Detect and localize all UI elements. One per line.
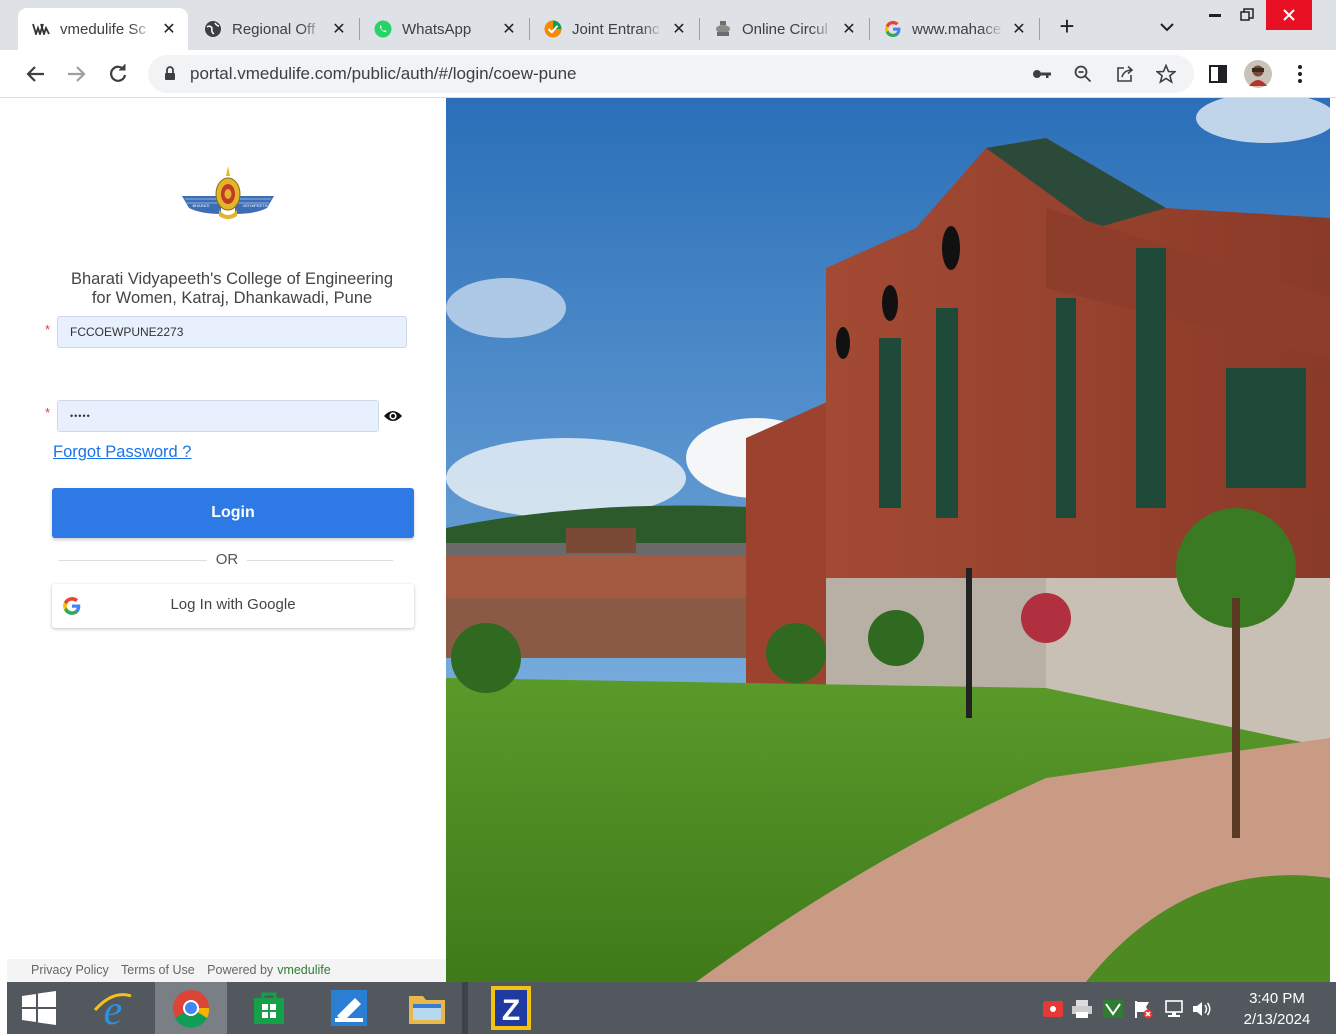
tray-recording-icon[interactable] bbox=[1042, 998, 1064, 1020]
side-panel-button[interactable] bbox=[1204, 60, 1232, 88]
close-tab-icon[interactable]: ✕ bbox=[840, 20, 858, 38]
login-panel: BHARATI VIDYAPEETH Bharati Vidyapeeth's … bbox=[7, 98, 446, 982]
vmedulife-icon bbox=[32, 20, 50, 38]
whatsapp-icon bbox=[374, 20, 392, 38]
minimize-icon bbox=[1209, 14, 1221, 17]
forward-button[interactable] bbox=[62, 60, 90, 88]
checkmark-icon bbox=[544, 20, 562, 38]
close-tab-icon[interactable]: ✕ bbox=[330, 20, 348, 38]
arrow-right-icon bbox=[68, 66, 86, 82]
avatar-icon bbox=[1244, 60, 1272, 88]
taskbar-scan-app[interactable] bbox=[313, 982, 385, 1034]
taskbar-file-explorer[interactable] bbox=[391, 982, 463, 1034]
college-name-line2: for Women, Katraj, Dhankawadi, Pune bbox=[91, 289, 373, 307]
tab-online-circular[interactable]: Online Circul ✕ bbox=[700, 8, 868, 50]
tab-mahacet[interactable]: www.mahace ✕ bbox=[870, 8, 1038, 50]
powered-by-text: Powered by bbox=[207, 963, 274, 977]
tab-regional-office[interactable]: Regional Off ✕ bbox=[190, 8, 358, 50]
side-panel-icon bbox=[1209, 65, 1227, 83]
logo-left-text: BHARATI bbox=[192, 203, 209, 208]
address-bar[interactable]: portal.vmedulife.com/public/auth/#/login… bbox=[148, 55, 1194, 93]
chrome-icon bbox=[173, 990, 210, 1028]
svg-text:Z: Z bbox=[502, 994, 520, 1027]
taskbar-chrome[interactable] bbox=[155, 982, 227, 1034]
restore-icon bbox=[1240, 8, 1254, 21]
close-tab-icon[interactable]: ✕ bbox=[1010, 20, 1028, 38]
clock-date: 2/13/2024 bbox=[1243, 1011, 1311, 1028]
tray-flag-icon[interactable] bbox=[1132, 998, 1154, 1020]
tab-joint-entrance[interactable]: Joint Entranc ✕ bbox=[530, 8, 698, 50]
browser-toolbar: portal.vmedulife.com/public/auth/#/login… bbox=[0, 50, 1336, 98]
tray-volume-icon[interactable] bbox=[1191, 998, 1213, 1020]
share-icon[interactable] bbox=[1116, 65, 1134, 83]
profile-avatar[interactable] bbox=[1244, 60, 1272, 88]
z-app-icon: Z bbox=[491, 986, 531, 1030]
clock-time: 3:40 PM bbox=[1249, 990, 1305, 1007]
close-window-button[interactable] bbox=[1266, 0, 1312, 30]
password-input[interactable]: ••••• bbox=[57, 400, 379, 432]
privacy-policy-link[interactable]: Privacy Policy bbox=[31, 963, 109, 977]
taskbar-divider bbox=[462, 982, 468, 1034]
bookmark-star-icon[interactable] bbox=[1156, 64, 1176, 84]
start-button[interactable] bbox=[7, 982, 71, 1034]
show-password-eye-icon[interactable] bbox=[383, 406, 403, 426]
login-button[interactable]: Login bbox=[52, 488, 414, 538]
store-icon bbox=[254, 992, 284, 1024]
scan-icon bbox=[331, 990, 367, 1026]
or-label: OR bbox=[207, 551, 247, 568]
tab-separator bbox=[1039, 18, 1040, 40]
campus-background-image bbox=[446, 98, 1330, 982]
lock-icon bbox=[165, 66, 175, 80]
required-star: * bbox=[45, 322, 51, 337]
close-icon bbox=[1283, 9, 1295, 21]
login-footer: Privacy Policy Terms of Use Powered by vm… bbox=[7, 959, 446, 982]
globe-icon bbox=[204, 20, 222, 38]
windows-logo-icon bbox=[22, 991, 56, 1025]
reload-icon bbox=[110, 64, 127, 82]
tray-wired-network-icon[interactable] bbox=[1163, 998, 1185, 1020]
username-input[interactable]: FCCOEWPUNE2273 bbox=[57, 316, 407, 348]
key-icon[interactable] bbox=[1032, 68, 1052, 80]
google-login-label: Log In with Google bbox=[170, 596, 296, 613]
forgot-password-link[interactable]: Forgot Password ? bbox=[53, 443, 191, 462]
logo-right-text: VIDYAPEETH bbox=[242, 203, 267, 208]
taskbar-store[interactable] bbox=[233, 982, 305, 1034]
google-icon bbox=[884, 20, 902, 38]
required-star: * bbox=[45, 405, 51, 420]
new-tab-button[interactable]: + bbox=[1052, 12, 1082, 42]
tray-printer-icon[interactable] bbox=[1071, 998, 1093, 1020]
restore-button[interactable] bbox=[1232, 0, 1262, 30]
vmedulife-brand-link[interactable]: vmedulife bbox=[277, 963, 331, 977]
college-name: Bharati Vidyapeeth's College of Engineer… bbox=[47, 270, 417, 308]
tab-search-button[interactable] bbox=[1152, 12, 1182, 42]
close-tab-icon[interactable]: ✕ bbox=[160, 20, 178, 38]
arrow-left-icon bbox=[26, 66, 44, 82]
url-text: portal.vmedulife.com/public/auth/#/login… bbox=[190, 64, 577, 83]
chrome-menu-button[interactable] bbox=[1286, 60, 1314, 88]
internet-explorer-icon: e bbox=[93, 988, 132, 1028]
more-vert-icon bbox=[1298, 65, 1302, 83]
zoom-icon[interactable] bbox=[1074, 65, 1092, 83]
google-login-button[interactable]: Log In with Google bbox=[52, 584, 414, 628]
taskbar-clock[interactable]: 3:40 PM 2/13/2024 bbox=[1232, 988, 1322, 1030]
reload-button[interactable] bbox=[104, 60, 132, 88]
close-tab-icon[interactable]: ✕ bbox=[670, 20, 688, 38]
taskbar-z-app[interactable]: Z bbox=[475, 982, 547, 1034]
terms-of-use-link[interactable]: Terms of Use bbox=[121, 963, 195, 977]
minimize-button[interactable] bbox=[1200, 0, 1230, 30]
chevron-down-icon bbox=[1160, 23, 1174, 32]
college-name-line1: Bharati Vidyapeeth's College of Engineer… bbox=[70, 270, 394, 288]
emblem-icon bbox=[714, 20, 732, 38]
close-tab-icon[interactable]: ✕ bbox=[500, 20, 518, 38]
windows-taskbar: e Z 3:40 PM 2/13/2024 bbox=[7, 982, 1336, 1034]
browser-tab-strip: vmedulife Sc ✕ Regional Off ✕ WhatsApp ✕… bbox=[0, 0, 1336, 50]
tab-whatsapp[interactable]: WhatsApp ✕ bbox=[360, 8, 528, 50]
back-button[interactable] bbox=[22, 60, 50, 88]
tab-vmedulife[interactable]: vmedulife Sc ✕ bbox=[18, 8, 188, 50]
taskbar-internet-explorer[interactable]: e bbox=[77, 982, 149, 1034]
tray-network-app-icon[interactable] bbox=[1102, 998, 1124, 1020]
folder-icon bbox=[409, 996, 445, 1024]
college-logo: BHARATI VIDYAPEETH bbox=[182, 166, 274, 219]
